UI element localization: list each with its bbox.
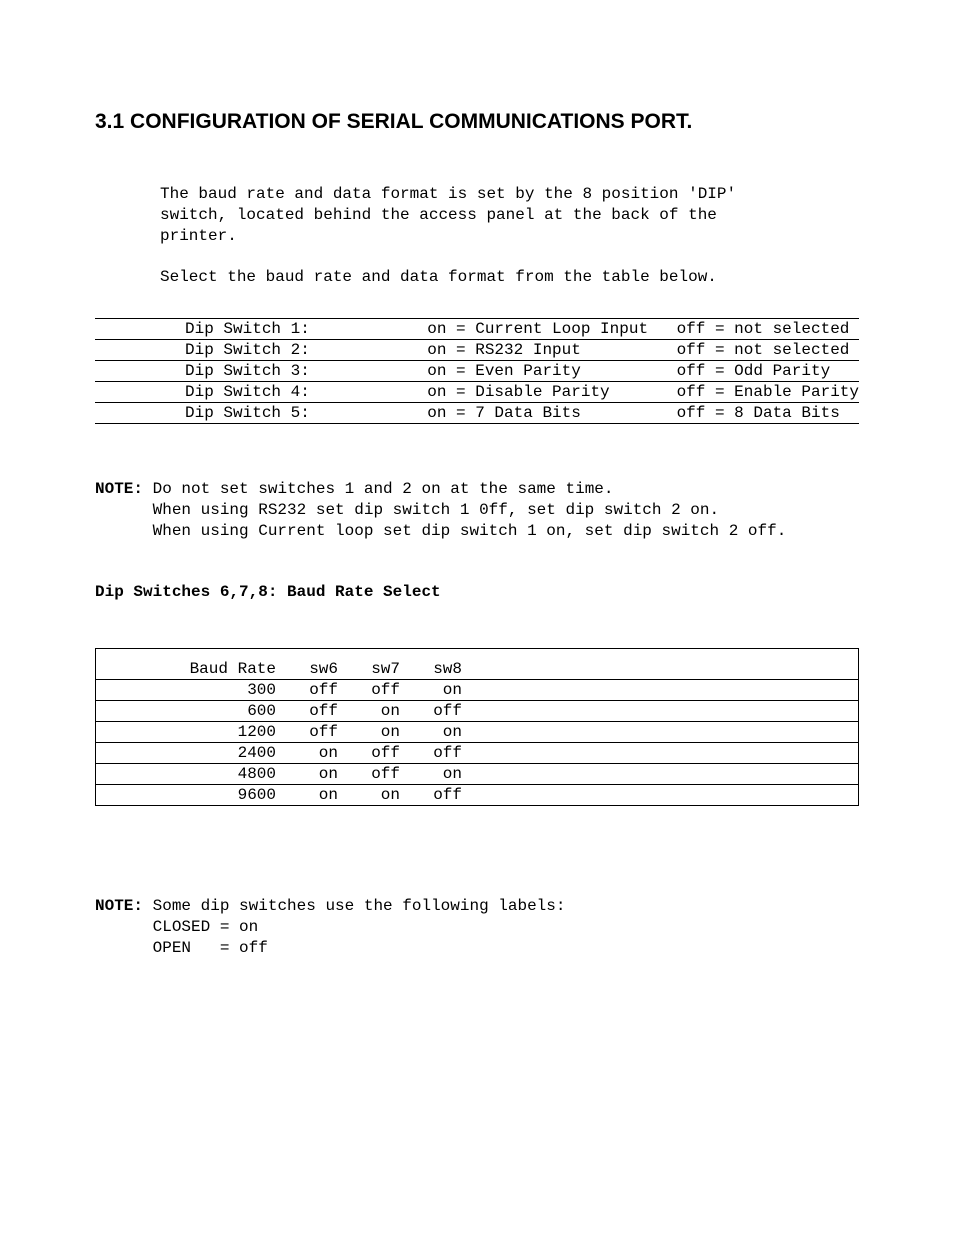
note-2: NOTE: Some dip switches use the followin… [95,896,859,959]
baud-header-rate: Baud Rate [96,649,277,680]
spacer [462,649,859,680]
baud-cell-sw8: on [400,764,462,785]
baud-rate-table: Baud Ratesw6sw7sw8300offoffon600offonoff… [95,648,859,806]
baud-header-sw6: sw6 [276,649,338,680]
switch-on: on = Current Loop Input [427,319,676,340]
switch-on: on = Even Parity [427,361,676,382]
table-row: Dip Switch 4:on = Disable Parityoff = En… [95,382,859,403]
note-1-label: NOTE: [95,480,143,498]
baud-cell-sw7: off [338,680,400,701]
table-row: 1200offonon [96,722,859,743]
section-heading: 3.1 CONFIGURATION OF SERIAL COMMUNICATIO… [95,110,859,134]
note-2-label: NOTE: [95,897,143,915]
baud-cell-sw7: off [338,743,400,764]
note-2-body: Some dip switches use the following labe… [95,897,565,957]
baud-cell-sw6: on [276,743,338,764]
table-row: Dip Switch 5:on = 7 Data Bitsoff = 8 Dat… [95,403,859,424]
baud-cell-sw8: off [400,701,462,722]
baud-cell-sw8: off [400,743,462,764]
baud-cell-rate: 300 [96,680,277,701]
table-row: 9600ononoff [96,785,859,806]
baud-cell-sw6: on [276,785,338,806]
switch-off: off = Odd Parity [677,361,859,382]
baud-cell-rate: 600 [96,701,277,722]
spacer [462,764,859,785]
switch-label: Dip Switch 3: [95,361,427,382]
table-header-row: Baud Ratesw6sw7sw8 [96,649,859,680]
baud-cell-rate: 9600 [96,785,277,806]
note-1-body: Do not set switches 1 and 2 on at the sa… [95,480,786,540]
baud-cell-sw8: on [400,722,462,743]
table-row: Dip Switch 1:on = Current Loop Inputoff … [95,319,859,340]
spacer [462,743,859,764]
baud-cell-sw6: off [276,680,338,701]
table-row: Dip Switch 3:on = Even Parityoff = Odd P… [95,361,859,382]
table-row: Dip Switch 2:on = RS232 Inputoff = not s… [95,340,859,361]
baud-cell-sw7: on [338,785,400,806]
baud-cell-sw6: off [276,722,338,743]
baud-cell-sw7: on [338,722,400,743]
baud-cell-sw8: off [400,785,462,806]
dip-switch-table: Dip Switch 1:on = Current Loop Inputoff … [95,318,859,424]
spacer [462,680,859,701]
switch-off: off = not selected [677,340,859,361]
table-row: 2400onoffoff [96,743,859,764]
switch-label: Dip Switch 2: [95,340,427,361]
switch-off: off = Enable Parity [677,382,859,403]
switch-off: off = not selected [677,319,859,340]
intro-paragraph-2: Select the baud rate and data format fro… [160,267,859,288]
switch-on: on = Disable Parity [427,382,676,403]
table-row: 300offoffon [96,680,859,701]
baud-cell-sw8: on [400,680,462,701]
baud-cell-sw7: off [338,764,400,785]
baud-cell-rate: 2400 [96,743,277,764]
spacer [462,701,859,722]
note-1: NOTE: Do not set switches 1 and 2 on at … [95,479,859,542]
baud-cell-rate: 1200 [96,722,277,743]
table-row: 4800onoffon [96,764,859,785]
switch-label: Dip Switch 5: [95,403,427,424]
baud-cell-sw7: on [338,701,400,722]
baud-cell-sw6: on [276,764,338,785]
intro-paragraph-1: The baud rate and data format is set by … [160,184,859,247]
page: 3.1 CONFIGURATION OF SERIAL COMMUNICATIO… [0,0,954,1235]
baud-subheading: Dip Switches 6,7,8: Baud Rate Select [95,582,859,603]
table-row: 600offonoff [96,701,859,722]
switch-label: Dip Switch 1: [95,319,427,340]
switch-label: Dip Switch 4: [95,382,427,403]
baud-header-sw7: sw7 [338,649,400,680]
spacer [462,785,859,806]
baud-header-sw8: sw8 [400,649,462,680]
switch-off: off = 8 Data Bits [677,403,859,424]
baud-cell-rate: 4800 [96,764,277,785]
switch-on: on = RS232 Input [427,340,676,361]
spacer [462,722,859,743]
switch-on: on = 7 Data Bits [427,403,676,424]
baud-cell-sw6: off [276,701,338,722]
